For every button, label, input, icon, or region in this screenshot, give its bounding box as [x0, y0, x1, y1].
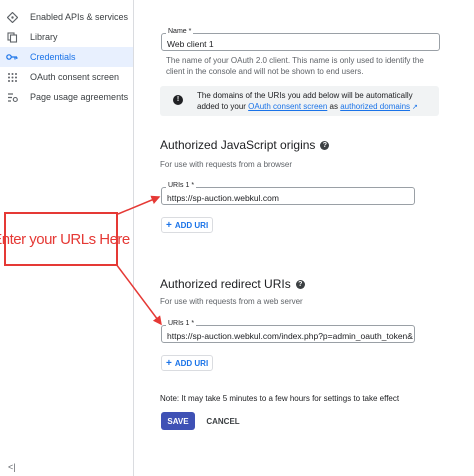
save-button[interactable]: SAVE	[161, 412, 195, 430]
propagation-note: Note: It may take 5 minutes to a few hou…	[160, 394, 400, 403]
add-uri-label: ADD URI	[174, 358, 209, 368]
redirect-uris-title: Authorized redirect URIs?	[160, 277, 305, 291]
js-origins-subtitle: For use with requests from a browser	[160, 160, 293, 169]
key-icon	[6, 51, 18, 63]
js-origin-uri-label: URIs 1 *	[166, 182, 197, 189]
js-origin-uri-value: https://sp-auction.webkul.com	[167, 193, 279, 203]
name-helper-text: The name of your OAuth 2.0 client. This …	[166, 56, 424, 76]
add-redirect-uri-button[interactable]: + ADD URI	[161, 355, 213, 371]
help-icon[interactable]: ?	[295, 280, 305, 290]
oauth-consent-screen-link[interactable]: OAuth consent screen	[248, 102, 327, 111]
sidebar-item-label: OAuth consent screen	[30, 72, 120, 82]
sidebar-item-label: Page usage agreements	[30, 92, 129, 102]
sidebar-item-enabled-apis[interactable]: Enabled APIs & services	[0, 7, 133, 27]
name-field-label: Name *	[166, 28, 194, 35]
annotation-text: Enter your URLs Here	[0, 230, 130, 248]
redirect-uri-label: URIs 1 *	[166, 320, 197, 327]
info-banner: ! The domains of the URIs you add below …	[160, 86, 439, 116]
redirect-uri-value: https://sp-auction.webkul.com/index.php?…	[167, 331, 413, 341]
info-icon: !	[173, 95, 183, 105]
sidebar-item-credentials[interactable]: Credentials	[0, 47, 133, 67]
sidebar-item-label: Enabled APIs & services	[30, 12, 129, 22]
redirect-uris-title-text: Authorized redirect URIs	[160, 277, 291, 291]
add-js-origin-button[interactable]: + ADD URI	[161, 217, 213, 233]
sidebar-item-label: Credentials	[30, 52, 76, 62]
library-icon	[6, 31, 18, 43]
redirect-uri-input[interactable]: URIs 1 * https://sp-auction.webkul.com/i…	[161, 320, 415, 343]
js-origins-title: Authorized JavaScript origins?	[160, 138, 330, 152]
add-uri-label: ADD URI	[174, 220, 209, 230]
name-field-value: Web client 1	[167, 39, 214, 49]
info-text: The domains of the URIs you add below wi…	[197, 90, 437, 113]
external-link-icon: ↗	[410, 104, 418, 111]
sidebar-item-library[interactable]: Library	[0, 27, 133, 47]
info-text-part: as	[327, 102, 341, 111]
settings-list-icon	[6, 91, 18, 103]
js-origin-uri-input[interactable]: URIs 1 * https://sp-auction.webkul.com	[161, 182, 415, 205]
sidebar-item-oauth-consent[interactable]: OAuth consent screen	[0, 67, 133, 87]
plus-icon: +	[166, 219, 172, 231]
cancel-button[interactable]: CANCEL	[201, 412, 245, 430]
name-field[interactable]: Name * Web client 1	[161, 28, 440, 51]
consent-grid-icon	[6, 71, 18, 83]
authorized-domains-link[interactable]: authorized domains	[340, 102, 410, 111]
plus-icon: +	[166, 357, 172, 369]
redirect-uris-subtitle: For use with requests from a web server	[160, 297, 303, 306]
help-icon[interactable]: ?	[320, 141, 330, 151]
js-origins-title-text: Authorized JavaScript origins	[160, 138, 316, 152]
diamond-grid-icon	[6, 11, 18, 23]
annotation-callout: Enter your URLs Here	[0, 212, 130, 266]
sidebar-item-page-usage[interactable]: Page usage agreements	[0, 87, 133, 107]
sidebar-item-label: Library	[30, 32, 58, 42]
collapse-sidebar-button[interactable]: <|	[8, 462, 16, 472]
